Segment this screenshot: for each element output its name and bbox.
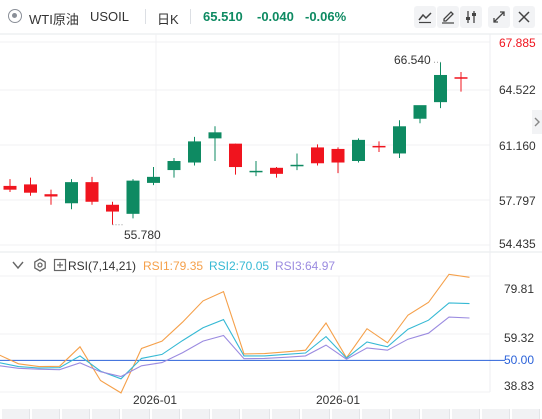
candle-body — [434, 74, 447, 103]
chevron-right-icon — [534, 117, 540, 127]
price-tick-label: 57.797 — [499, 194, 536, 208]
price-tick-label: 67.885 — [499, 36, 536, 50]
rsi2-legend: RSI2:70.05 — [209, 259, 270, 273]
candle-body — [208, 132, 222, 139]
time-strip-segment[interactable] — [392, 409, 420, 419]
rsi3-legend: RSI3:64.97 — [275, 259, 336, 273]
price-tick-label: 54.435 — [499, 237, 536, 251]
time-strip-segment[interactable] — [242, 409, 270, 419]
candle-body — [3, 185, 17, 190]
time-strip-segment[interactable] — [512, 409, 540, 419]
collapse-icon[interactable] — [12, 260, 24, 270]
time-strip-segment[interactable] — [272, 409, 300, 419]
rsi-series-line-2 — [0, 302, 470, 380]
rsi1-legend: RSI1:79.35 — [143, 259, 204, 273]
time-strip-segment[interactable] — [122, 409, 150, 419]
time-strip-segment[interactable] — [92, 409, 120, 419]
candle-body — [290, 164, 304, 167]
candle-body — [352, 139, 365, 162]
time-strip-segment[interactable] — [152, 409, 180, 419]
time-strip-segment[interactable] — [32, 409, 60, 419]
indicator-toggle-icon[interactable] — [53, 258, 67, 272]
indicator-header: RSI(7,14,21) RSI1:79.35 RSI2:70.05 RSI3:… — [0, 256, 542, 276]
candle-body — [167, 161, 181, 171]
time-strip-segment[interactable] — [302, 409, 330, 419]
rsi-tick-label: 38.83 — [504, 379, 535, 393]
candle-body — [106, 204, 119, 212]
time-strip-segment[interactable] — [362, 409, 390, 419]
rsi-reference-label: 50.00 — [504, 353, 535, 367]
high-annotation: 66.540 — [394, 53, 431, 67]
candle-body — [413, 105, 427, 119]
candle-body — [24, 184, 37, 193]
candle-body — [454, 77, 468, 79]
time-navigation-strip[interactable] — [0, 408, 542, 419]
rsi-title: RSI(7,14,21) — [68, 259, 137, 273]
time-strip-segment[interactable] — [422, 409, 450, 419]
time-strip-segment[interactable] — [452, 409, 480, 419]
low-annotation: 55.780 — [124, 228, 161, 242]
time-strip-segment[interactable] — [332, 409, 360, 419]
x-tick-label: 2026-01 — [133, 393, 178, 407]
candle-body — [44, 194, 58, 197]
candle-body — [372, 145, 386, 148]
price-tick-label: 64.522 — [499, 83, 536, 97]
rsi-tick-label: 59.32 — [504, 331, 535, 345]
time-strip-segment[interactable] — [182, 409, 210, 419]
panel-collapse-handle[interactable] — [532, 110, 542, 134]
x-tick-label: 2026-01 — [316, 393, 361, 407]
candle-body — [393, 126, 406, 154]
candle-body — [311, 147, 324, 164]
time-strip-segment[interactable] — [62, 409, 90, 419]
price-tick-label: 61.160 — [499, 139, 536, 153]
candle-body — [229, 143, 242, 168]
candle-body — [249, 170, 263, 173]
time-strip-segment[interactable] — [212, 409, 240, 419]
candle-body — [126, 180, 140, 214]
candle-body — [85, 182, 99, 202]
time-strip-segment[interactable] — [482, 409, 510, 419]
candle-body — [65, 182, 78, 204]
candle-body — [331, 148, 345, 163]
candle-body — [188, 141, 201, 163]
time-strip-segment[interactable] — [2, 409, 30, 419]
indicator-settings-icon[interactable] — [33, 258, 47, 272]
candle-body — [147, 176, 160, 183]
candle-body — [270, 167, 283, 174]
rsi-tick-label: 79.81 — [504, 282, 535, 296]
price-chart[interactable] — [0, 0, 542, 408]
